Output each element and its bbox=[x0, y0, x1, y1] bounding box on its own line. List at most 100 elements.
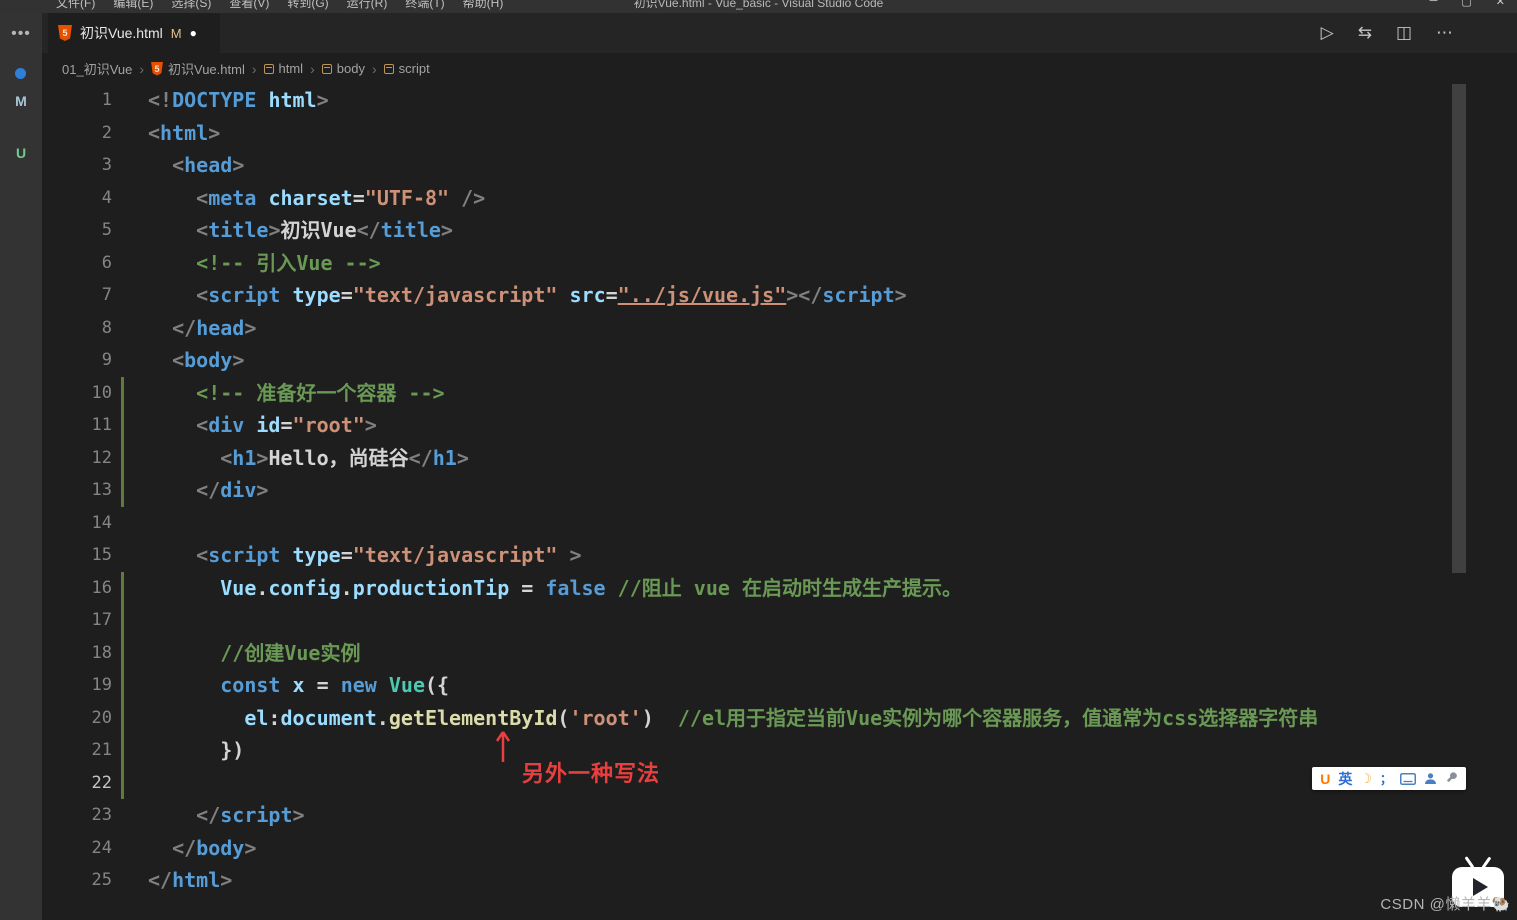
code-line[interactable]: 6 <!-- 引入Vue --> bbox=[42, 247, 1517, 280]
line-number[interactable]: 14 bbox=[42, 513, 118, 533]
code-line[interactable]: 16 Vue.config.productionTip = false //阻止… bbox=[42, 572, 1517, 605]
code-line[interactable]: 21 }) bbox=[42, 734, 1517, 767]
line-number[interactable]: 10 bbox=[42, 383, 118, 403]
code-line[interactable]: 2 <html> bbox=[42, 117, 1517, 150]
open-changes-button[interactable]: ⇆ bbox=[1358, 23, 1372, 43]
wrench-icon[interactable] bbox=[1445, 772, 1458, 785]
line-number[interactable]: 11 bbox=[42, 415, 118, 435]
run-button[interactable]: ▷ bbox=[1321, 23, 1334, 43]
user-icon[interactable] bbox=[1424, 772, 1437, 785]
code-text[interactable]: <script type="text/javascript" > bbox=[148, 539, 1517, 572]
punctuation-toggle[interactable]: ； bbox=[1380, 770, 1392, 787]
code-text[interactable]: </body> bbox=[148, 832, 1517, 865]
line-number[interactable]: 3 bbox=[42, 155, 118, 175]
line-number[interactable]: 5 bbox=[42, 220, 118, 240]
code-text[interactable]: <script type="text/javascript" src="../j… bbox=[148, 279, 1517, 312]
ime-language-toggle[interactable]: 英 bbox=[1338, 769, 1352, 789]
line-number[interactable]: 25 bbox=[42, 870, 118, 890]
code-line[interactable]: 19 const x = new Vue({ bbox=[42, 669, 1517, 702]
code-text[interactable]: <!-- 准备好一个容器 --> bbox=[148, 377, 1517, 410]
ime-toolbar[interactable]: U 英 ☽ ； bbox=[1312, 767, 1466, 790]
code-line[interactable]: 5 <title>初识Vue</title> bbox=[42, 214, 1517, 247]
code-line[interactable]: 17 bbox=[42, 604, 1517, 637]
code-text[interactable]: <!DOCTYPE html> bbox=[148, 84, 1517, 117]
menu-item[interactable]: 文件(F) bbox=[56, 0, 95, 11]
line-number[interactable]: 8 bbox=[42, 318, 118, 338]
code-text[interactable]: <title>初识Vue</title> bbox=[148, 214, 1517, 247]
line-number[interactable]: 7 bbox=[42, 285, 118, 305]
line-number[interactable]: 16 bbox=[42, 578, 118, 598]
line-number[interactable]: 19 bbox=[42, 675, 118, 695]
code-text[interactable]: el:document.getElementById('root') //el用… bbox=[148, 702, 1517, 735]
unsaved-dot-icon[interactable]: ● bbox=[190, 26, 197, 40]
code-line[interactable]: 15 <script type="text/javascript" > bbox=[42, 539, 1517, 572]
code-text[interactable]: <h1>Hello，尚硅谷</h1> bbox=[148, 442, 1517, 475]
more-actions-icon[interactable]: ••• bbox=[0, 25, 42, 43]
code-line[interactable]: 12 <h1>Hello，尚硅谷</h1> bbox=[42, 442, 1517, 475]
menu-item[interactable]: 运行(R) bbox=[347, 0, 388, 11]
breadcrumb-item[interactable]: 01_初识Vue bbox=[62, 59, 132, 78]
line-number[interactable]: 24 bbox=[42, 838, 118, 858]
code-line[interactable]: 18 //创建Vue实例 bbox=[42, 637, 1517, 670]
code-text[interactable]: </html> bbox=[148, 864, 1517, 897]
code-text[interactable]: </head> bbox=[148, 312, 1517, 345]
code-line[interactable]: 22 bbox=[42, 767, 1517, 800]
keyboard-icon[interactable] bbox=[1400, 773, 1416, 785]
code-text[interactable]: <html> bbox=[148, 117, 1517, 150]
maximize-button[interactable]: ▢ bbox=[1461, 0, 1471, 8]
breadcrumb-item[interactable]: body bbox=[322, 61, 365, 76]
code-text[interactable]: <div id="root"> bbox=[148, 409, 1517, 442]
code-line[interactable]: 14 bbox=[42, 507, 1517, 540]
line-number[interactable]: 12 bbox=[42, 448, 118, 468]
code-line[interactable]: 1 <!DOCTYPE html> bbox=[42, 84, 1517, 117]
menu-item[interactable]: 帮助(H) bbox=[463, 0, 504, 11]
line-number[interactable]: 21 bbox=[42, 740, 118, 760]
moon-icon[interactable]: ☽ bbox=[1360, 771, 1372, 787]
line-number[interactable]: 18 bbox=[42, 643, 118, 663]
code-line[interactable]: 8 </head> bbox=[42, 312, 1517, 345]
menu-item[interactable]: 编辑(E) bbox=[113, 0, 153, 11]
breadcrumb-item[interactable]: 初识Vue.html bbox=[151, 59, 245, 78]
scrollbar-thumb[interactable] bbox=[1452, 84, 1466, 573]
code-line[interactable]: 4 <meta charset="UTF-8" /> bbox=[42, 182, 1517, 215]
line-number[interactable]: 13 bbox=[42, 480, 118, 500]
code-text[interactable]: </script> bbox=[148, 799, 1517, 832]
code-text[interactable]: }) bbox=[148, 734, 1517, 767]
close-button[interactable]: ✕ bbox=[1496, 0, 1505, 8]
code-line[interactable]: 3 <head> bbox=[42, 149, 1517, 182]
code-line[interactable]: 7 <script type="text/javascript" src="..… bbox=[42, 279, 1517, 312]
code-line[interactable]: 24 </body> bbox=[42, 832, 1517, 865]
menu-item[interactable]: 终端(T) bbox=[405, 0, 444, 11]
code-text[interactable]: <body> bbox=[148, 344, 1517, 377]
tab-file[interactable]: 初识Vue.html M ● bbox=[48, 13, 220, 53]
line-number[interactable]: 17 bbox=[42, 610, 118, 630]
line-number[interactable]: 4 bbox=[42, 188, 118, 208]
line-number[interactable]: 1 bbox=[42, 90, 118, 110]
code-editor[interactable]: 1<!DOCTYPE html>2<html>3 <head>4 <meta c… bbox=[42, 84, 1517, 920]
line-number[interactable]: 22 bbox=[42, 773, 118, 793]
more-actions-button[interactable]: ⋯ bbox=[1436, 23, 1453, 43]
code-text[interactable]: //创建Vue实例 bbox=[148, 637, 1517, 670]
menu-item[interactable]: 查看(V) bbox=[229, 0, 269, 11]
line-number[interactable]: 9 bbox=[42, 350, 118, 370]
code-line[interactable]: 23 </script> bbox=[42, 799, 1517, 832]
code-line[interactable]: 11 <div id="root"> bbox=[42, 409, 1517, 442]
code-text[interactable]: Vue.config.productionTip = false //阻止 vu… bbox=[148, 572, 1517, 605]
line-number[interactable]: 6 bbox=[42, 253, 118, 273]
ime-logo-icon[interactable]: U bbox=[1320, 771, 1330, 787]
menu-item[interactable]: 转到(G) bbox=[287, 0, 328, 11]
code-line[interactable]: 10 <!-- 准备好一个容器 --> bbox=[42, 377, 1517, 410]
line-number[interactable]: 20 bbox=[42, 708, 118, 728]
code-line[interactable]: 25 </html> bbox=[42, 864, 1517, 897]
line-number[interactable]: 2 bbox=[42, 123, 118, 143]
breadcrumb-item[interactable]: html bbox=[264, 61, 304, 76]
code-line[interactable]: 20 el:document.getElementById('root') //… bbox=[42, 702, 1517, 735]
code-line[interactable]: 13 </div> bbox=[42, 474, 1517, 507]
split-editor-button[interactable]: ◫ bbox=[1396, 23, 1412, 43]
code-text[interactable]: <!-- 引入Vue --> bbox=[148, 247, 1517, 280]
breadcrumb-item[interactable]: script bbox=[384, 61, 430, 76]
code-text[interactable]: <head> bbox=[148, 149, 1517, 182]
line-number[interactable]: 23 bbox=[42, 805, 118, 825]
code-line[interactable]: 9 <body> bbox=[42, 344, 1517, 377]
menu-item[interactable]: 选择(S) bbox=[171, 0, 211, 11]
